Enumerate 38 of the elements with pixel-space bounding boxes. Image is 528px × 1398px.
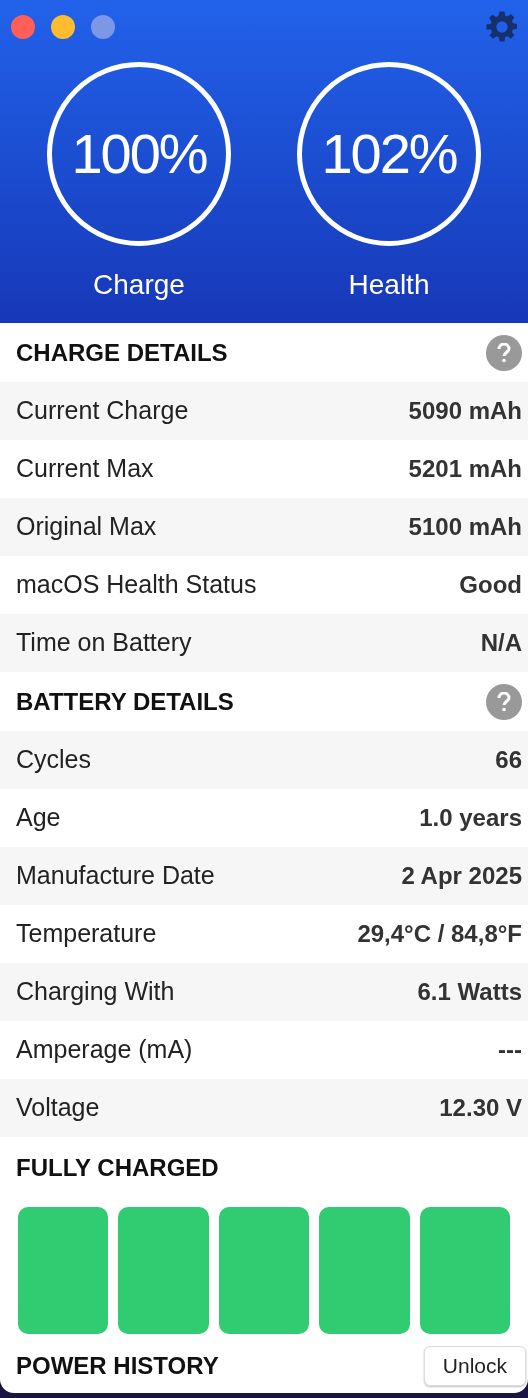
detail-value: 12.30 V xyxy=(439,1093,522,1123)
settings-icon[interactable] xyxy=(485,10,519,44)
detail-label: Current Charge xyxy=(16,395,189,427)
detail-label: Time on Battery xyxy=(16,627,192,659)
section-title: POWER HISTORY xyxy=(16,1350,219,1381)
help-icon[interactable] xyxy=(486,334,522,371)
gauge-value: 100% xyxy=(71,121,207,187)
section-title: BATTERY DETAILS xyxy=(16,686,234,717)
detail-label: Voltage xyxy=(16,1092,100,1124)
detail-label: Current Max xyxy=(16,453,154,485)
detail-label: Amperage (mA) xyxy=(16,1034,193,1066)
detail-value: Good xyxy=(459,570,522,600)
detail-label: Original Max xyxy=(16,511,157,543)
detail-value: 2 Apr 2025 xyxy=(401,861,522,891)
detail-value: 6.1 Watts xyxy=(417,977,522,1007)
detail-value: 5201 mAh xyxy=(408,454,522,484)
detail-label: Cycles xyxy=(16,744,91,776)
detail-label: macOS Health Status xyxy=(16,569,257,601)
section-title: FULLY CHARGED xyxy=(16,1153,219,1183)
gauge-label: Charge xyxy=(93,268,185,302)
detail-value: 5090 mAh xyxy=(408,396,522,426)
gauge-value: 102% xyxy=(321,121,457,187)
detail-label: Temperature xyxy=(16,918,157,950)
detail-value: 66 xyxy=(495,745,522,775)
detail-value: N/A xyxy=(480,628,522,658)
detail-value: 29,4°C / 84,8°F xyxy=(357,919,522,949)
gauge-label: Health xyxy=(348,268,430,302)
minimize-window-button[interactable] xyxy=(51,15,75,39)
section-title: CHARGE DETAILS xyxy=(16,337,228,368)
detail-value: 5100 mAh xyxy=(408,512,522,542)
detail-label: Charging With xyxy=(16,976,175,1008)
detail-label: Age xyxy=(16,802,61,834)
close-window-button[interactable] xyxy=(11,15,35,39)
unlock-button[interactable]: Unlock xyxy=(423,1346,526,1386)
help-icon[interactable] xyxy=(486,683,522,720)
detail-value: --- xyxy=(498,1035,522,1065)
detail-value: 1.0 years xyxy=(419,803,522,833)
detail-label: Manufacture Date xyxy=(16,860,215,892)
